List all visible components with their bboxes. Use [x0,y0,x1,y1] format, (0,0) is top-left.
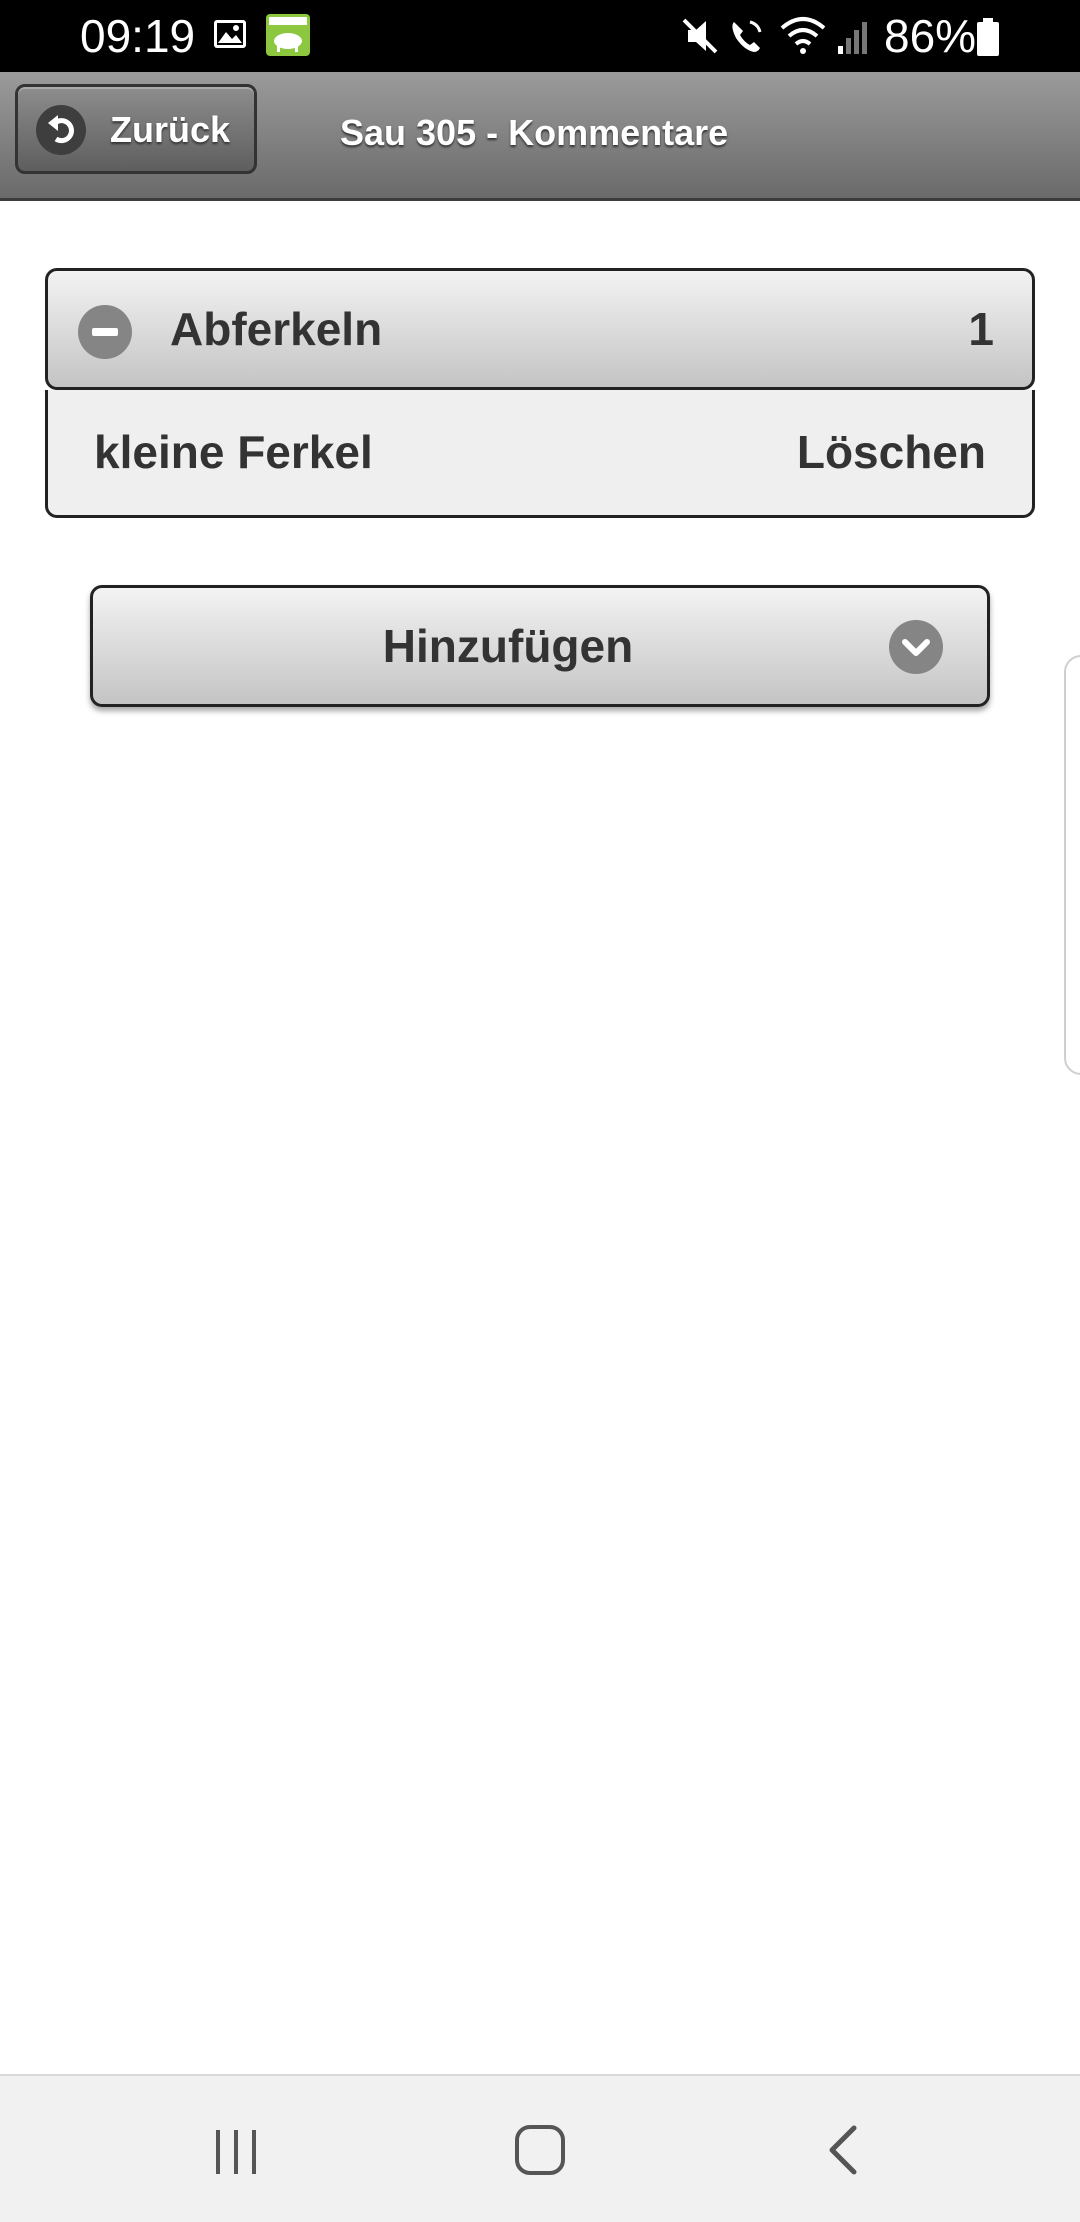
chevron-down-icon [889,620,943,674]
wifi-icon [780,17,826,54]
home-icon[interactable] [512,2122,568,2178]
nav-back-icon[interactable] [818,2122,868,2178]
system-nav-bar [0,2074,1080,2222]
comment-list-item: kleine Ferkel Löschen [45,390,1035,518]
back-button[interactable]: Zurück [15,84,257,174]
gallery-icon [214,20,246,48]
delete-comment-button[interactable]: Löschen [797,390,986,514]
recent-apps-icon[interactable] [212,2126,264,2178]
add-comment-select[interactable]: Hinzufügen [90,585,990,707]
mute-icon [682,18,718,54]
status-bar: 09:19 86% [0,0,1080,72]
section-count-badge: 1 [968,303,994,355]
comment-text: kleine Ferkel [94,426,373,478]
signal-icon [838,22,867,54]
back-button-label: Zurück [110,109,231,150]
pig-app-icon [266,14,310,56]
edge-panel-handle[interactable] [1064,655,1080,1075]
collapse-minus-icon [78,305,132,359]
back-arrow-icon [36,105,86,155]
battery-percent: 86% [884,10,977,62]
page-title: Sau 305 - Kommentare [340,112,729,153]
battery-icon [977,18,999,56]
section-header-abferkeln[interactable]: Abferkeln 1 [45,268,1035,390]
add-comment-label: Hinzufügen [382,620,634,672]
status-time: 09:19 [80,10,196,62]
app-header: Zurück Sau 305 - Kommentare [0,72,1080,201]
wifi-call-icon [732,20,762,52]
section-title: Abferkeln [170,303,383,355]
